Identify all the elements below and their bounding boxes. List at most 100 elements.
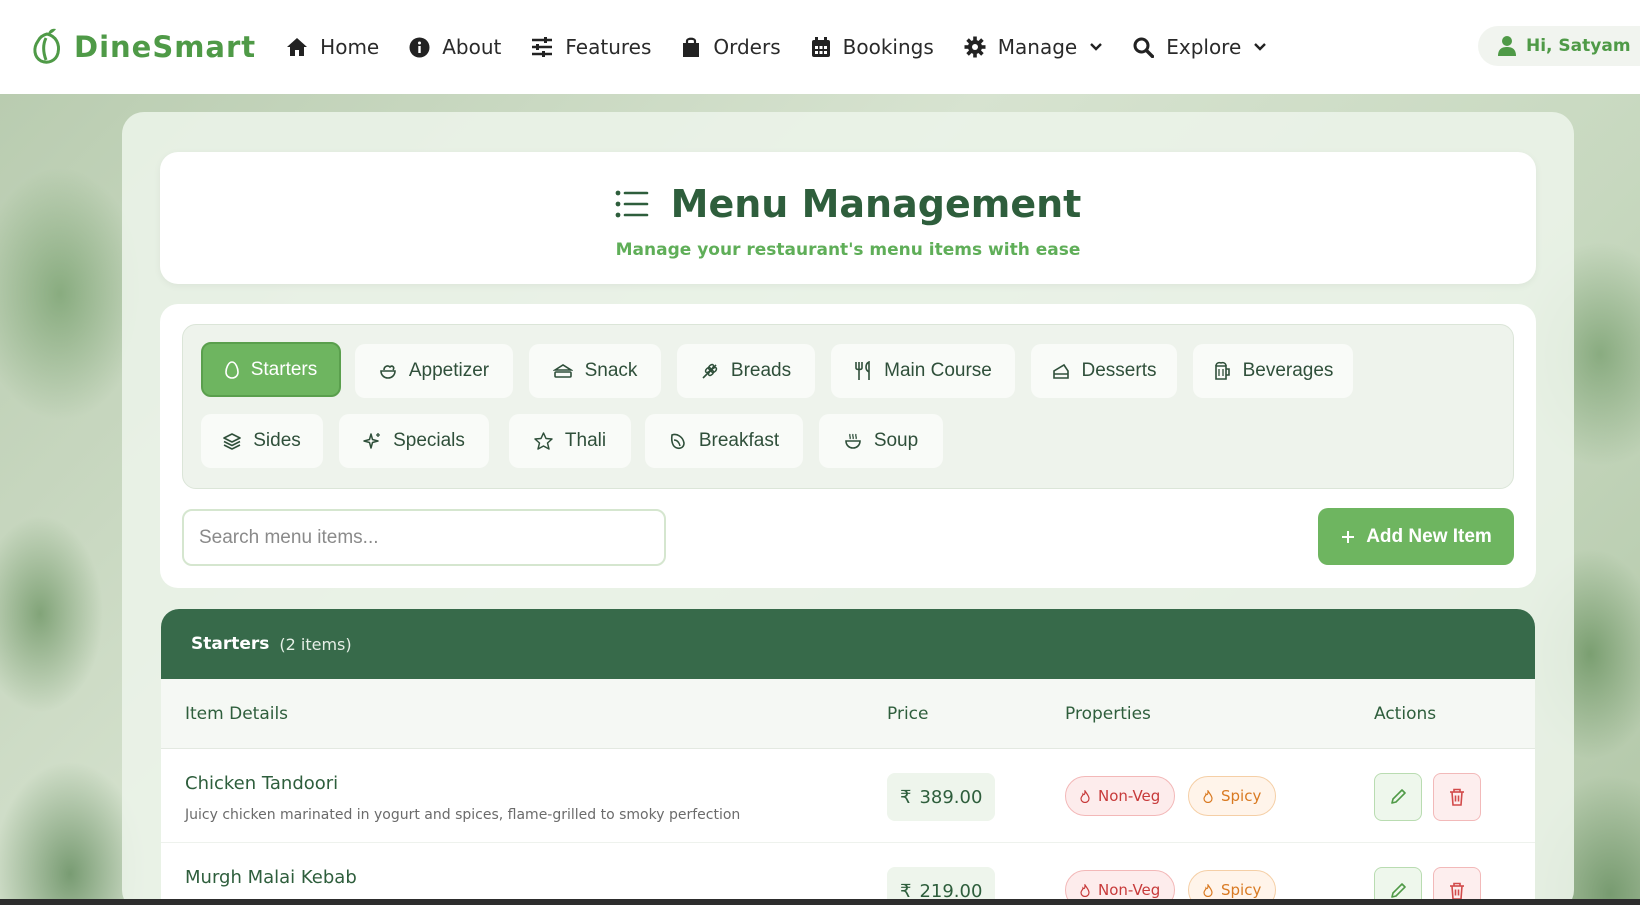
info-icon [409,37,430,57]
category-tab-breakfast[interactable]: Breakfast [645,414,803,468]
flame-icon [1080,883,1090,897]
category-label: Beverages [1242,360,1334,381]
nav-explore-label: Explore [1166,35,1242,59]
user-menu[interactable]: Hi, Satyam [1478,26,1640,66]
soup-icon [845,433,861,449]
egg-icon [224,360,239,379]
add-new-item-button[interactable]: Add New Item [1318,508,1514,565]
gear-icon [964,36,986,58]
flame-icon [1203,883,1213,897]
category-tab-appetizer[interactable]: Appetizer [355,344,513,398]
table-column-headers: Item Details Price Properties Actions [161,679,1535,749]
user-icon [1498,36,1516,56]
nav-features[interactable]: Features [531,35,651,59]
menu-controls: Starters Appetizer Snack Breads Main Cou… [160,304,1536,588]
nav-explore-dropdown[interactable]: Explore [1133,35,1267,59]
category-label: Main Course [884,360,992,381]
shopping-bag-icon [683,37,700,57]
tag-label: Spicy [1221,881,1262,899]
table-row: Murgh Malai Kebab ₹ 219.00 Non-Veg Spicy [161,843,1535,905]
category-tab-beverages[interactable]: Beverages [1193,344,1353,398]
page-header: Menu Management Manage your restaurant's… [160,152,1536,284]
category-label: Starters [250,358,318,380]
spicy-badge: Spicy [1188,776,1277,816]
utensils-icon [855,361,870,380]
category-label: Specials [393,430,465,451]
category-tabs: Starters Appetizer Snack Breads Main Cou… [182,324,1514,489]
salad-icon [380,365,396,379]
edit-button[interactable] [1374,773,1422,821]
category-label: Breads [730,360,792,381]
item-name: Chicken Tandoori [185,773,339,794]
table-category-name: Starters [191,634,270,654]
nav-about[interactable]: About [409,35,501,59]
category-label: Sides [253,430,301,451]
bottom-edge [0,899,1640,905]
nav-bookings[interactable]: Bookings [811,35,934,59]
category-label: Snack [584,360,638,381]
category-tab-desserts[interactable]: Desserts [1031,344,1177,398]
brand[interactable]: DineSmart [30,28,256,66]
table-item-count: (2 items) [279,634,352,654]
leaf-logo-icon [33,28,60,64]
top-navbar: DineSmart Home About Features Orders Boo… [0,0,1640,94]
brand-name: DineSmart [74,30,257,64]
category-tab-thali[interactable]: Thali [509,414,631,468]
sandwich-icon [552,364,573,378]
category-label: Thali [564,430,607,451]
home-icon [287,38,308,56]
list-icon [615,190,648,218]
pencil-icon [1391,789,1406,804]
trash-icon [1450,882,1464,900]
menu-items-table: Starters (2 items) Item Details Price Pr… [161,609,1535,905]
category-label: Soup [873,430,919,451]
nav-home[interactable]: Home [286,35,379,59]
search-icon [1133,37,1155,58]
cake-slice-icon [1052,363,1069,379]
category-tab-snack[interactable]: Snack [529,344,661,398]
category-label: Breakfast [698,430,780,451]
column-header-price: Price [887,704,929,724]
search-input[interactable] [182,509,666,566]
croissant-icon [670,433,685,450]
category-tab-soup[interactable]: Soup [819,414,943,468]
price-value: 389.00 [919,786,983,808]
chevron-down-icon [1090,43,1103,51]
item-description: Juicy chicken marinated in yogurt and sp… [185,807,741,823]
nav-orders[interactable]: Orders [681,35,781,59]
nav-manage-dropdown[interactable]: Manage [964,35,1103,59]
item-price: ₹ 389.00 [887,773,996,821]
main-panel: Menu Management Manage your restaurant's… [122,112,1574,905]
category-tab-breads[interactable]: Breads [677,344,815,398]
column-header-actions: Actions [1374,704,1437,724]
nav-about-label: About [442,35,502,59]
nav-home-label: Home [320,35,380,59]
column-header-item-details: Item Details [185,704,289,724]
non-veg-badge: Non-Veg [1065,776,1176,816]
beer-icon [1214,361,1230,380]
nav-orders-label: Orders [713,35,781,59]
tag-label: Non-Veg [1098,787,1161,805]
category-tab-starters[interactable]: Starters [201,342,341,397]
page-title: Menu Management [670,182,1082,226]
item-name: Murgh Malai Kebab [185,867,357,888]
flame-icon [1203,789,1213,803]
trash-icon [1450,788,1464,806]
table-category-header: Starters (2 items) [161,609,1535,679]
calendar-icon [811,37,830,57]
sparkles-icon [363,433,381,449]
nav-bookings-label: Bookings [842,35,934,59]
category-tab-sides[interactable]: Sides [201,414,323,468]
star-icon [534,432,553,450]
category-tab-main-course[interactable]: Main Course [831,344,1015,398]
category-tab-specials[interactable]: Specials [339,414,489,468]
column-header-properties: Properties [1065,704,1151,724]
wheat-icon [702,363,718,379]
nav-features-label: Features [565,35,652,59]
plus-icon [1342,530,1355,543]
pencil-icon [1391,883,1406,898]
category-label: Desserts [1081,360,1157,381]
category-label: Appetizer [408,360,490,381]
delete-button[interactable] [1433,773,1481,821]
layers-icon [223,433,242,450]
